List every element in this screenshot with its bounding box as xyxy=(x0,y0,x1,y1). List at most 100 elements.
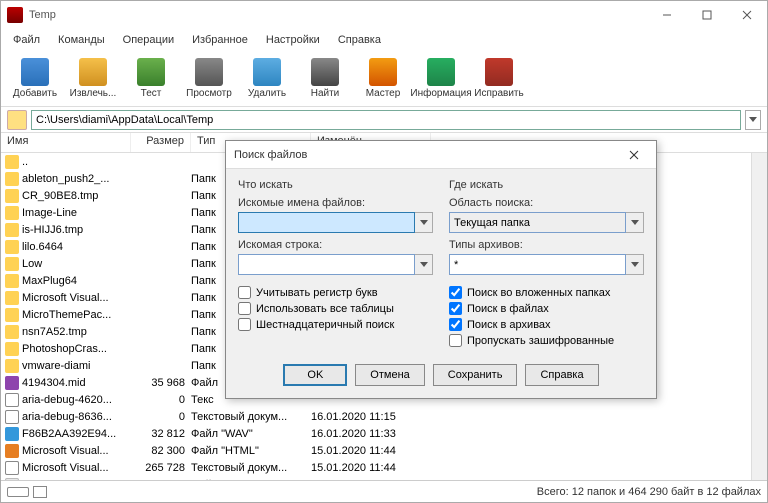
chk-subfolders[interactable]: Поиск во вложенных папках xyxy=(449,286,644,299)
area-input[interactable] xyxy=(449,212,626,233)
string-input[interactable] xyxy=(238,254,415,275)
save-button[interactable]: Сохранить xyxy=(433,364,518,386)
up-folder-icon[interactable] xyxy=(7,110,27,130)
chevron-down-icon[interactable] xyxy=(415,212,433,233)
toolbar-icon xyxy=(137,58,165,86)
file-name: PhotoshopCras... xyxy=(22,343,131,355)
filenames-input[interactable] xyxy=(238,212,415,233)
titlebar: Temp xyxy=(1,1,767,29)
window-title: Temp xyxy=(29,9,647,21)
file-icon xyxy=(5,189,19,203)
toolbar-button[interactable]: Добавить xyxy=(7,53,63,105)
toolbar-button[interactable]: Исправить xyxy=(471,53,527,105)
file-name: Microsoft Visual... xyxy=(22,462,131,474)
file-type: Файл "TMP" xyxy=(191,479,311,481)
file-icon xyxy=(5,291,19,305)
file-name: MicroThemePac... xyxy=(22,309,131,321)
menu-item[interactable]: Настройки xyxy=(258,32,328,48)
close-button[interactable] xyxy=(727,1,767,29)
chevron-down-icon[interactable] xyxy=(415,254,433,275)
toolbar-button[interactable]: Найти xyxy=(297,53,353,105)
chk-inarchives[interactable]: Поиск в архивах xyxy=(449,318,644,331)
toolbar: ДобавитьИзвлечь...ТестПросмотр Удалить Най… xyxy=(1,51,767,107)
pathbar xyxy=(1,107,767,133)
toolbar-button[interactable]: Извлечь... xyxy=(65,53,121,105)
path-dropdown[interactable] xyxy=(745,110,761,130)
file-name: F86B2AA392E94... xyxy=(22,428,131,440)
file-name: Low xyxy=(22,258,131,270)
file-size: 265 728 xyxy=(131,462,191,474)
string-combo[interactable] xyxy=(238,254,433,275)
file-date: 15.01.2020 11:44 xyxy=(311,445,431,457)
file-icon xyxy=(5,172,19,186)
list-item[interactable]: aria-debug-8636...0Текстовый докум...16.… xyxy=(1,408,767,425)
toolbar-label: Мастер xyxy=(366,88,401,99)
help-button[interactable]: Справка xyxy=(525,364,598,386)
archives-label: Типы архивов: xyxy=(449,239,644,251)
list-item[interactable]: wct1F12.tmp22 502Файл "TMP"16.01.2020 2:… xyxy=(1,476,767,480)
toolbar-icon xyxy=(485,58,513,86)
cancel-button[interactable]: Отмена xyxy=(355,364,424,386)
file-size: 0 xyxy=(131,411,191,423)
file-date: 15.01.2020 11:44 xyxy=(311,462,431,474)
archives-combo[interactable] xyxy=(449,254,644,275)
area-combo[interactable] xyxy=(449,212,644,233)
file-name: .. xyxy=(22,156,131,168)
dialog-close-button[interactable] xyxy=(620,141,648,169)
toolbar-icon xyxy=(195,58,223,86)
chevron-down-icon[interactable] xyxy=(626,212,644,233)
toolbar-icon xyxy=(311,58,339,86)
list-item[interactable]: Microsoft Visual...82 300Файл "HTML"15.0… xyxy=(1,442,767,459)
statusbar: Всего: 12 папок и 464 290 байт в 12 файл… xyxy=(1,480,767,502)
list-item[interactable]: F86B2AA392E94...32 812Файл "WAV"16.01.20… xyxy=(1,425,767,442)
menu-item[interactable]: Справка xyxy=(330,32,389,48)
chk-hex[interactable]: Шестнадцатеричный поиск xyxy=(238,318,433,331)
file-name: nsn7A52.tmp xyxy=(22,326,131,338)
toolbar-icon xyxy=(79,58,107,86)
chevron-down-icon[interactable] xyxy=(626,254,644,275)
toolbar-button[interactable]: Мастер xyxy=(355,53,411,105)
file-icon xyxy=(5,308,19,322)
toolbar-icon xyxy=(21,58,49,86)
file-size: 35 968 xyxy=(131,377,191,389)
toolbar-icon xyxy=(253,58,281,86)
chk-skipenc[interactable]: Пропускать зашифрованные xyxy=(449,334,644,347)
menu-item[interactable]: Команды xyxy=(50,32,113,48)
chk-case[interactable]: Учитывать регистр букв xyxy=(238,286,433,299)
col-name[interactable]: Имя xyxy=(1,133,131,152)
file-name: ableton_push2_... xyxy=(22,173,131,185)
menu-item[interactable]: Операции xyxy=(115,32,182,48)
find-files-dialog: Поиск файлов Что искать Искомые имена фа… xyxy=(225,140,657,399)
file-date: 16.01.2020 11:33 xyxy=(311,428,431,440)
archives-input[interactable] xyxy=(449,254,626,275)
file-icon xyxy=(5,444,19,458)
area-label: Область поиска: xyxy=(449,197,644,209)
minimize-button[interactable] xyxy=(647,1,687,29)
toolbar-button[interactable]: Тест xyxy=(123,53,179,105)
file-icon xyxy=(5,206,19,220)
ok-button[interactable]: OK xyxy=(283,364,347,386)
chk-alltables[interactable]: Использовать все таблицы xyxy=(238,302,433,315)
path-input[interactable] xyxy=(31,110,741,130)
scrollbar[interactable] xyxy=(751,153,767,480)
list-item[interactable]: Microsoft Visual...265 728Текстовый доку… xyxy=(1,459,767,476)
file-size: 0 xyxy=(131,394,191,406)
dialog-titlebar: Поиск файлов xyxy=(226,141,656,169)
menu-item[interactable]: Файл xyxy=(5,32,48,48)
file-icon xyxy=(5,461,19,475)
toolbar-button[interactable]: Удалить xyxy=(239,53,295,105)
toolbar-icon xyxy=(369,58,397,86)
toolbar-label: Удалить xyxy=(248,88,286,99)
file-date: 16.01.2020 2:40 xyxy=(311,479,431,481)
toolbar-button[interactable]: Информация xyxy=(413,53,469,105)
file-icon xyxy=(5,257,19,271)
maximize-button[interactable] xyxy=(687,1,727,29)
toolbar-button[interactable]: Просмотр xyxy=(181,53,237,105)
filenames-combo[interactable] xyxy=(238,212,433,233)
file-name: is-HIJJ6.tmp xyxy=(22,224,131,236)
file-size: 22 502 xyxy=(131,479,191,481)
menu-item[interactable]: Избранное xyxy=(184,32,256,48)
chk-infiles[interactable]: Поиск в файлах xyxy=(449,302,644,315)
app-icon xyxy=(7,7,23,23)
col-size[interactable]: Размер xyxy=(131,133,191,152)
